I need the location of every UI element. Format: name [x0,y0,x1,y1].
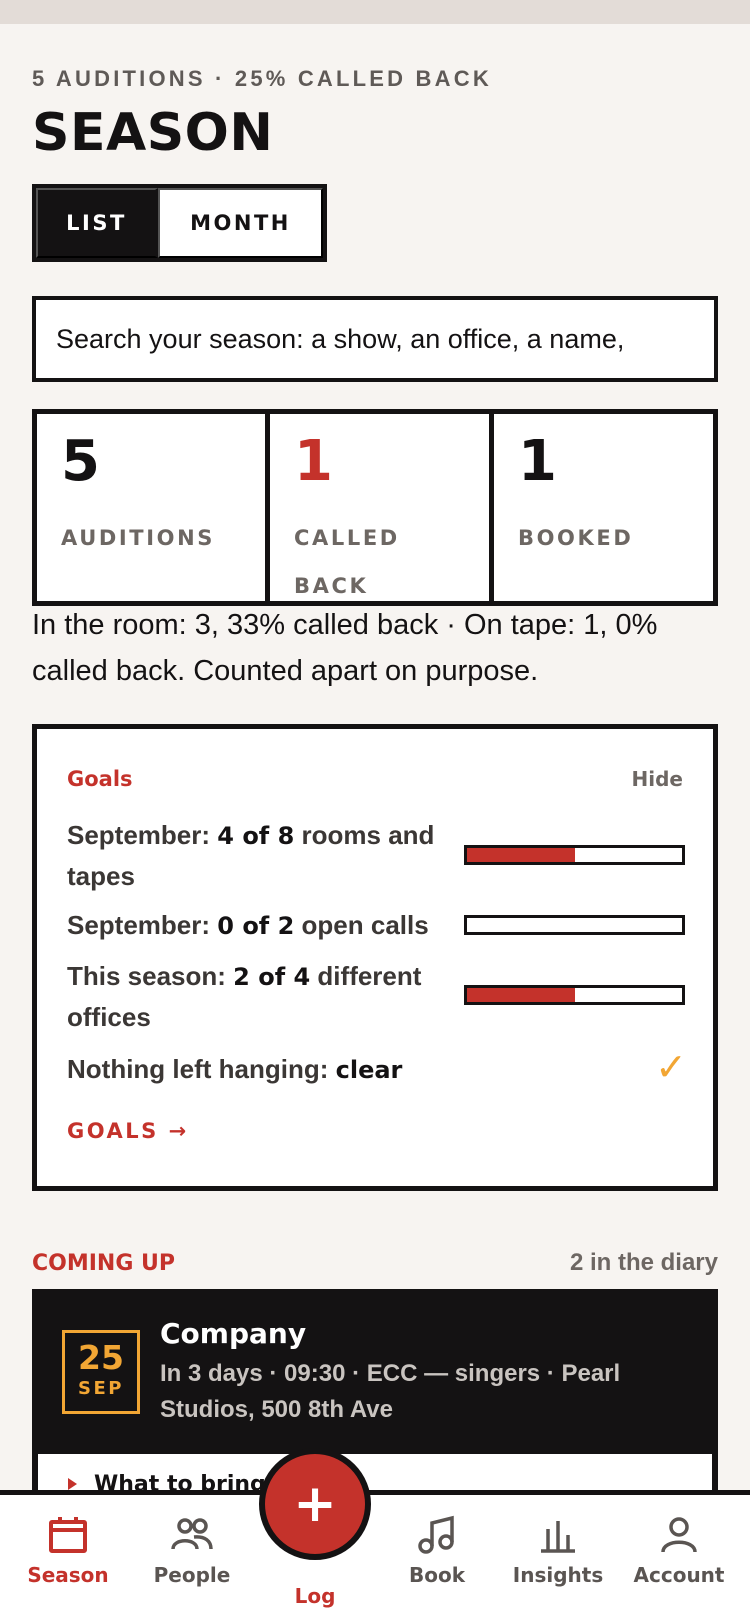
stat-called-back[interactable]: 1 CALLED BACK [265,414,489,601]
event-title: Company [160,1317,307,1350]
stat-label: BOOKED [518,526,634,550]
tab-label: Account [633,1563,725,1587]
goal-open-calls: September: 0 of 2 open calls [67,905,452,946]
caret-right-icon [68,1478,77,1490]
tab-log-label[interactable]: Log [270,1584,360,1608]
plus-icon: + [293,1474,337,1534]
event-card[interactable]: 25 SEP Company In 3 days · 09:30 · ECC —… [32,1289,718,1490]
goals-card: Goals Hide September: 4 of 8 rooms and t… [32,724,718,1191]
coming-up-title: COMING UP [32,1251,176,1276]
people-icon [171,1518,213,1550]
goals-title: Goals [67,767,133,791]
goal-progress-fill [467,848,575,862]
goal-progress-bar [464,845,685,865]
tab-account[interactable]: Account [634,1495,724,1624]
stat-value: 1 [294,429,333,494]
season-screen: 5 AUDITIONS · 25% CALLED BACK SEASON LIS… [32,24,718,1490]
what-to-bring-panel[interactable]: What to bring [38,1454,712,1490]
tab-label: Book [408,1563,466,1587]
tab-people[interactable]: People [148,1495,236,1624]
goals-link[interactable]: GOALS → [67,1119,189,1143]
user-icon [661,1517,697,1553]
goal-progress-fill [467,988,575,1002]
list-view-button[interactable]: LIST [36,188,158,258]
date-month: SEP [78,1378,124,1399]
stats-panel: 5 AUDITIONS 1 CALLED BACK 1 BOOKED [32,409,718,606]
goal-prefix: Nothing left hanging: [67,1054,336,1084]
season-summary: 5 AUDITIONS · 25% CALLED BACK [32,66,492,91]
date-day: 25 [78,1338,124,1377]
room-vs-tape-note: In the room: 3, 33% called back · On tap… [32,609,658,687]
goal-progress-bar [464,915,685,935]
goal-nothing-hanging: Nothing left hanging: clear [67,1049,627,1090]
tab-label: People [153,1563,231,1587]
event-meta: In 3 days · 09:30 · ECC — singers · Pear… [160,1360,621,1423]
diary-count: 2 in the diary [569,1249,718,1276]
goal-prefix: September: [67,820,218,850]
stat-booked[interactable]: 1 BOOKED [489,414,713,601]
stat-auditions[interactable]: 5 AUDITIONS [37,414,265,601]
tab-insights[interactable]: Insights [512,1495,604,1624]
tab-book[interactable]: Book [400,1495,474,1624]
goal-prefix: September: [67,910,218,940]
stat-label: CALLED BACK [294,526,400,598]
calendar-icon [49,1517,87,1553]
coming-up-header: COMING UP 2 in the diary [32,1249,718,1277]
goal-suffix: open calls [294,910,429,940]
month-view-button[interactable]: MONTH [158,188,323,258]
search-box [32,296,718,382]
stat-value: 5 [61,429,100,494]
view-toggle: LIST MONTH [32,184,327,262]
search-input[interactable] [56,323,694,355]
goal-count: 0 of 2 [217,912,295,940]
tab-label: Season [27,1563,109,1587]
hide-goals-button[interactable]: Hide [632,767,683,791]
goal-different-offices: This season: 2 of 4 different offices [67,956,452,1037]
what-to-bring-label: What to bring [94,1472,266,1490]
goal-rooms-and-tapes: September: 4 of 8 rooms and tapes [67,815,452,896]
tab-season[interactable]: Season [26,1495,110,1624]
goal-prefix: This season: [67,961,234,991]
goal-count: 4 of 8 [217,822,295,850]
tab-label: Insights [512,1563,604,1587]
goal-progress-bar [464,985,685,1005]
tab-bar: Season People Book Insights Account [0,1490,750,1624]
goal-status: clear [335,1056,403,1084]
date-badge: 25 SEP [62,1330,140,1414]
status-bar [0,0,750,24]
checkmark-icon: ✓ [655,1047,687,1089]
music-note-icon [418,1515,454,1554]
stat-value: 1 [518,429,557,494]
goal-count: 2 of 4 [233,963,311,991]
bar-chart-icon [541,1521,575,1553]
log-button[interactable]: + [259,1448,371,1560]
page-title: SEASON [32,103,274,163]
stat-label: AUDITIONS [61,526,215,550]
